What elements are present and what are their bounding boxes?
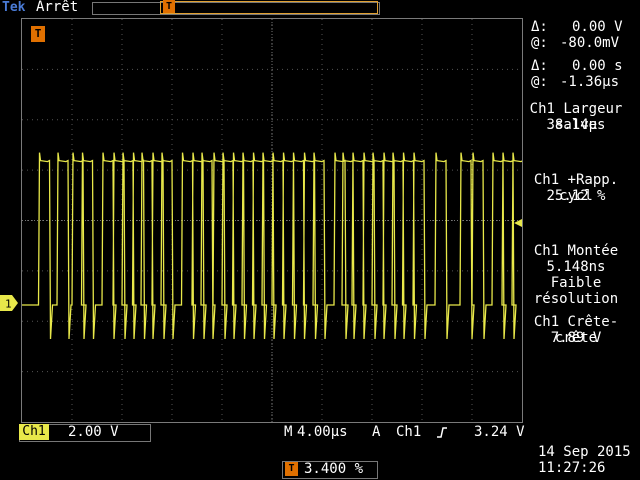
trigger-position-icon: T — [285, 462, 298, 476]
trigger-position-value: 3.400 % — [304, 461, 364, 477]
trigger-source: Ch1 — [396, 424, 422, 440]
date: 14 Sep 2015 — [538, 444, 631, 460]
brand-logo: Tek — [2, 0, 26, 15]
horizontal-mode-label: M — [284, 424, 293, 440]
measurement-rise-time-note: Faible — [550, 275, 602, 291]
timebase-value: 4.00µs — [297, 424, 348, 440]
measurement-duty-cycle-value: 25.12 % — [546, 188, 606, 204]
record-trigger-icon: T — [163, 0, 175, 13]
time: 11:27:26 — [538, 460, 606, 476]
measurement-rise-time-label: Ch1 Montée — [533, 243, 619, 259]
graticule — [21, 18, 527, 423]
rising-edge-icon — [437, 427, 447, 438]
cursor-delta-v-label: Δ: — [531, 19, 548, 35]
cursor-at-t-value: -1.36µs — [560, 74, 620, 90]
cursor-delta-v-value: 0.00 V — [572, 19, 623, 35]
channel-1-scale: 2.00 V — [68, 424, 119, 440]
trigger-label: A — [372, 424, 381, 440]
record-view-window — [160, 1, 378, 14]
channel-1-tag: Ch1 — [19, 424, 49, 440]
waveform-display — [22, 19, 527, 422]
trigger-level-value: 3.24 V — [474, 424, 525, 440]
measurement-peak-to-peak-value: 7.89 V — [550, 330, 602, 346]
run-state: Arrêt — [36, 0, 79, 15]
measurement-rise-time-value: 5.148ns — [546, 259, 606, 275]
measurement-burst-width-value: 38.14µs — [546, 117, 606, 133]
cursor-at-v-label: @: — [531, 35, 548, 51]
measurement-rise-time-note2: résolution — [533, 291, 619, 307]
channel-1-ground-marker-icon: 1 — [0, 295, 18, 311]
cursor-delta-t-value: 0.00 s — [572, 58, 623, 74]
svg-text:1: 1 — [5, 298, 12, 311]
cursor-at-t-label: @: — [531, 74, 548, 90]
cursor-at-v-value: -80.0mV — [560, 35, 620, 51]
cursor-delta-t-label: Δ: — [531, 58, 548, 74]
channel-1-waveform — [22, 152, 527, 340]
